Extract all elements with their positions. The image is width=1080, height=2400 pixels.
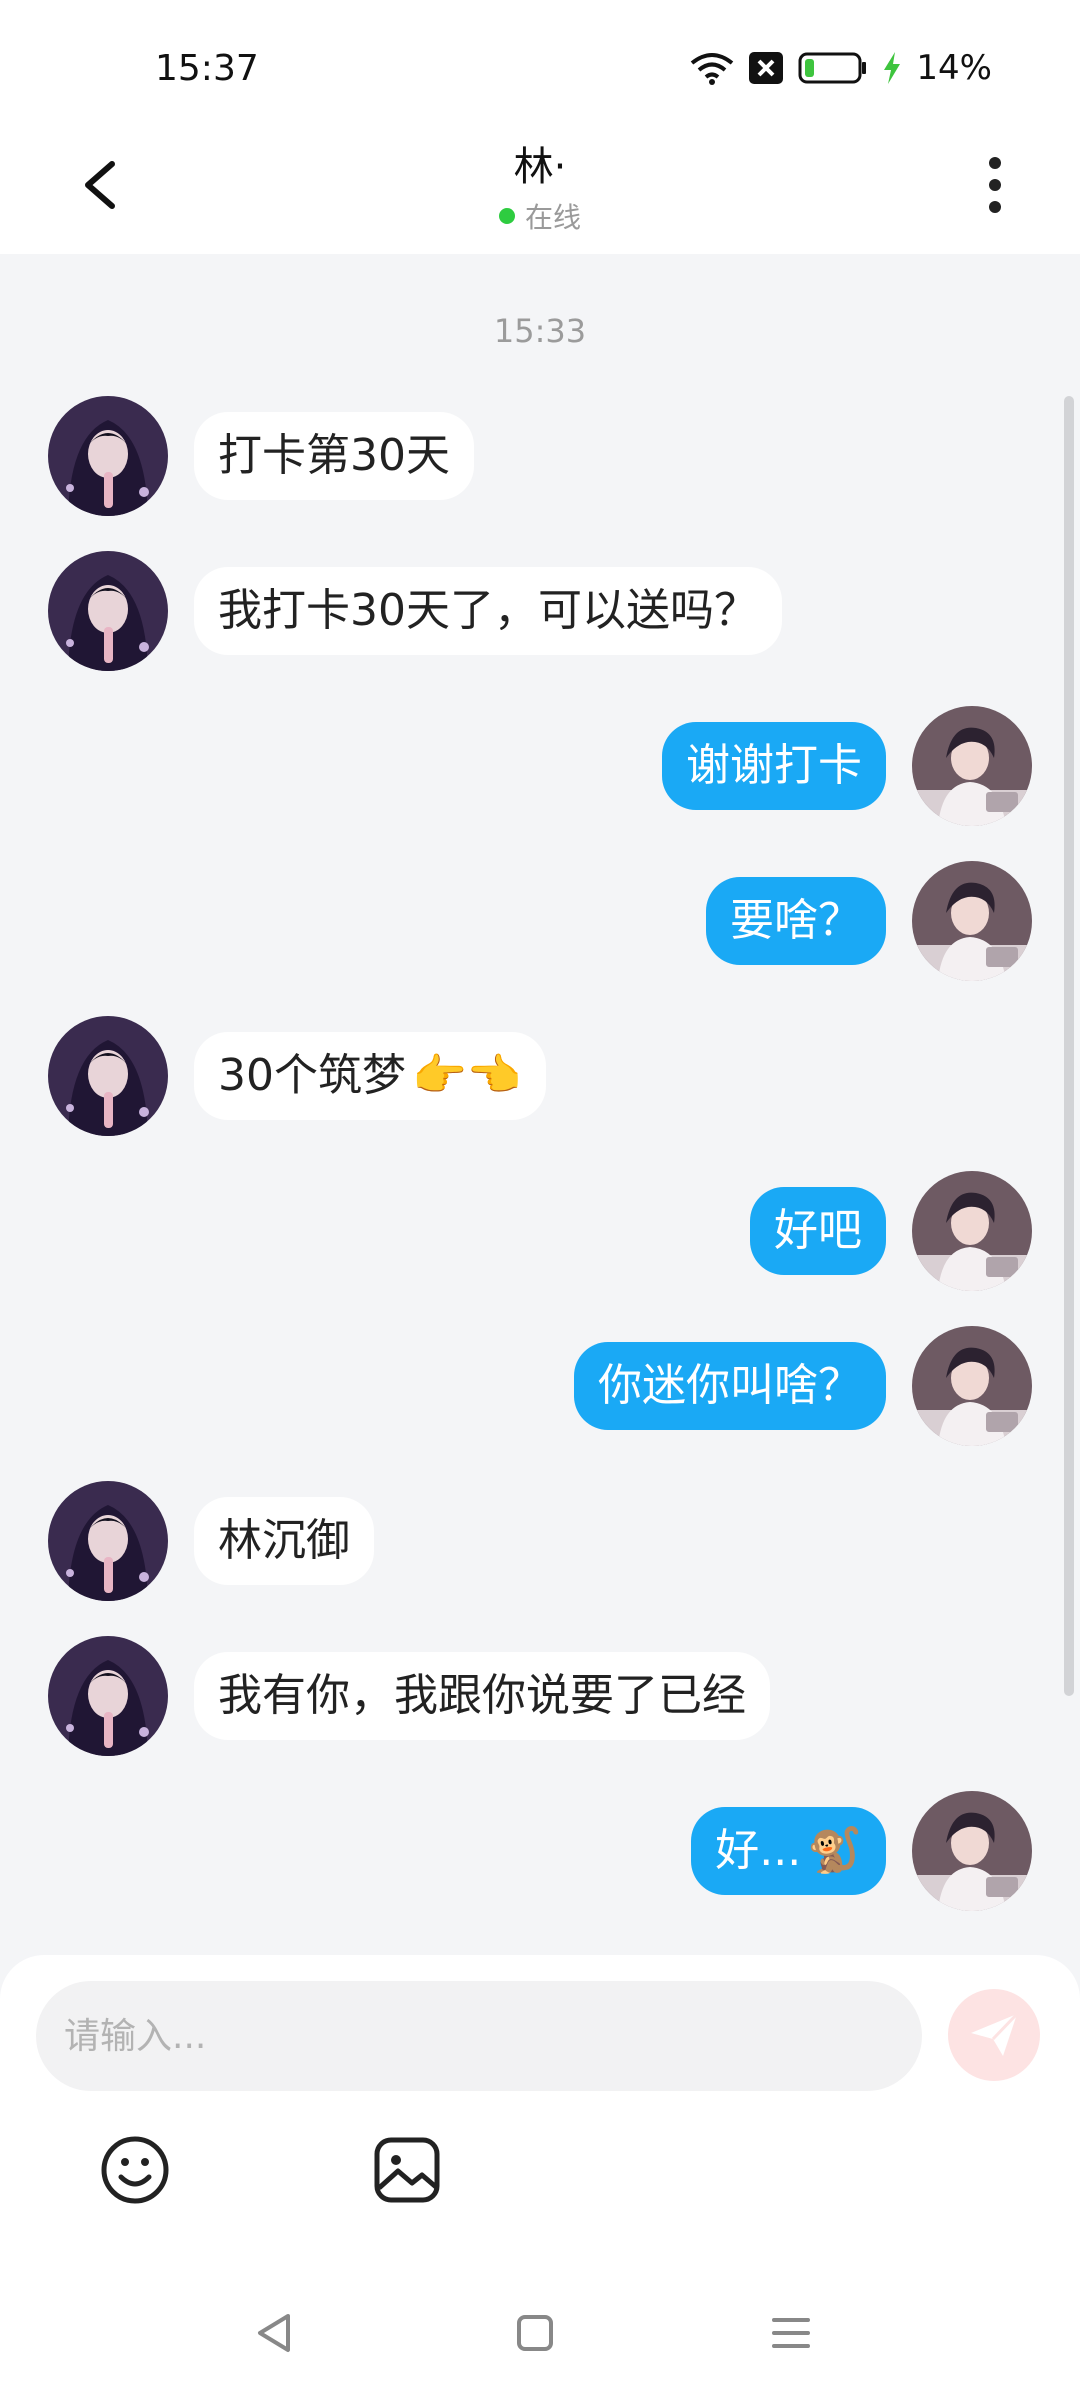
sent-message: 要啥？: [706, 861, 1032, 981]
sent-message: 谢谢打卡: [662, 706, 1032, 826]
received-message: 林沉御: [48, 1481, 374, 1601]
no-sim-icon: [749, 52, 784, 84]
online-dot-icon: [498, 208, 515, 224]
sent-message: 你迷你叫啥？: [574, 1326, 1032, 1446]
message-bubble[interactable]: 你迷你叫啥？: [574, 1341, 886, 1431]
battery-percent: 14%: [916, 48, 992, 88]
message-bubble[interactable]: 要啥？: [706, 876, 886, 966]
nav-back-button[interactable]: [250, 2308, 300, 2358]
online-status-text: 在线: [524, 201, 581, 234]
message-text: 林沉御: [218, 1514, 350, 1566]
message-bubble[interactable]: 打卡第30天: [194, 411, 474, 501]
contact-avatar[interactable]: [48, 1636, 168, 1756]
back-button[interactable]: [70, 150, 140, 220]
more-vertical-icon: [989, 157, 1001, 213]
message-input[interactable]: [64, 2015, 922, 2057]
message-bubble[interactable]: 我打卡30天了，可以送吗？: [194, 566, 782, 656]
message-text: 谢谢打卡: [686, 739, 862, 791]
my-avatar[interactable]: [912, 1171, 1032, 1291]
system-nav-bar: [0, 2280, 1080, 2400]
message-timestamp: 15:33: [493, 312, 587, 350]
message-text: 我打卡30天了，可以送吗？: [218, 584, 758, 636]
message-list[interactable]: 15:33 打卡第30天我打卡30天了，可以送吗？ 谢谢打卡要啥？ 30个筑梦 👉👈 好…: [0, 254, 1080, 1954]
contact-info: 林· 在线: [340, 134, 740, 236]
message-text: 你迷你叫啥？: [598, 1359, 862, 1411]
contact-avatar[interactable]: [48, 396, 168, 516]
message-text: 我有你，我跟你说要了已经: [218, 1669, 746, 1721]
my-avatar[interactable]: [912, 1326, 1032, 1446]
received-message: 我有你，我跟你说要了已经: [48, 1636, 770, 1756]
sent-message: 好... 🐒: [691, 1791, 1032, 1911]
send-button[interactable]: [948, 1989, 1040, 2081]
emoji-button[interactable]: [98, 2133, 172, 2207]
message-text: 要啥？: [730, 894, 862, 946]
chevron-left-icon: [85, 161, 115, 209]
charging-icon: [884, 52, 901, 84]
received-message: 30个筑梦 👉👈: [48, 1016, 546, 1136]
message-bubble[interactable]: 好吧: [750, 1186, 886, 1276]
online-status: 在线: [340, 196, 740, 236]
status-icons: 14%: [690, 48, 992, 88]
contact-avatar[interactable]: [48, 1016, 168, 1136]
image-button[interactable]: [370, 2133, 444, 2207]
menu-lines-icon: [772, 2318, 810, 2348]
message-text: 好...: [715, 1824, 802, 1876]
nav-recents-button[interactable]: [766, 2308, 816, 2358]
my-avatar[interactable]: [912, 1791, 1032, 1911]
sent-message: 好吧: [750, 1171, 1032, 1291]
battery-icon: [798, 52, 867, 84]
smiley-icon: [101, 2136, 169, 2204]
status-time: 15:37: [155, 48, 259, 89]
message-text: 好吧: [774, 1204, 862, 1256]
chat-header: 林· 在线: [0, 120, 1080, 254]
message-bubble[interactable]: 好... 🐒: [691, 1806, 886, 1896]
contact-name: 林·: [513, 144, 567, 190]
contact-avatar[interactable]: [48, 1481, 168, 1601]
received-message: 我打卡30天了，可以送吗？: [48, 551, 782, 671]
more-options-button[interactable]: [960, 150, 1030, 220]
square-home-icon: [517, 2315, 553, 2351]
message-emoji-icon: 👉👈: [412, 1049, 522, 1101]
message-emoji-icon: 🐒: [807, 1824, 862, 1876]
message-bubble[interactable]: 30个筑梦 👉👈: [194, 1031, 546, 1121]
message-bubble[interactable]: 林沉御: [194, 1496, 374, 1586]
my-avatar[interactable]: [912, 706, 1032, 826]
wifi-icon: [691, 53, 734, 85]
message-text: 30个筑梦: [218, 1049, 406, 1101]
scrollbar[interactable]: [1064, 396, 1074, 1696]
message-bubble[interactable]: 谢谢打卡: [662, 721, 886, 811]
message-text: 打卡第30天: [218, 429, 450, 481]
triangle-back-icon: [258, 2314, 290, 2352]
send-icon: [971, 2012, 1019, 2056]
message-bubble[interactable]: 我有你，我跟你说要了已经: [194, 1651, 770, 1741]
message-input-wrapper[interactable]: [36, 1981, 922, 2091]
status-bar: 15:37 14%: [0, 0, 1080, 130]
received-message: 打卡第30天: [48, 396, 474, 516]
image-icon: [374, 2137, 440, 2203]
my-avatar[interactable]: [912, 861, 1032, 981]
contact-avatar[interactable]: [48, 551, 168, 671]
nav-home-button[interactable]: [510, 2308, 560, 2358]
